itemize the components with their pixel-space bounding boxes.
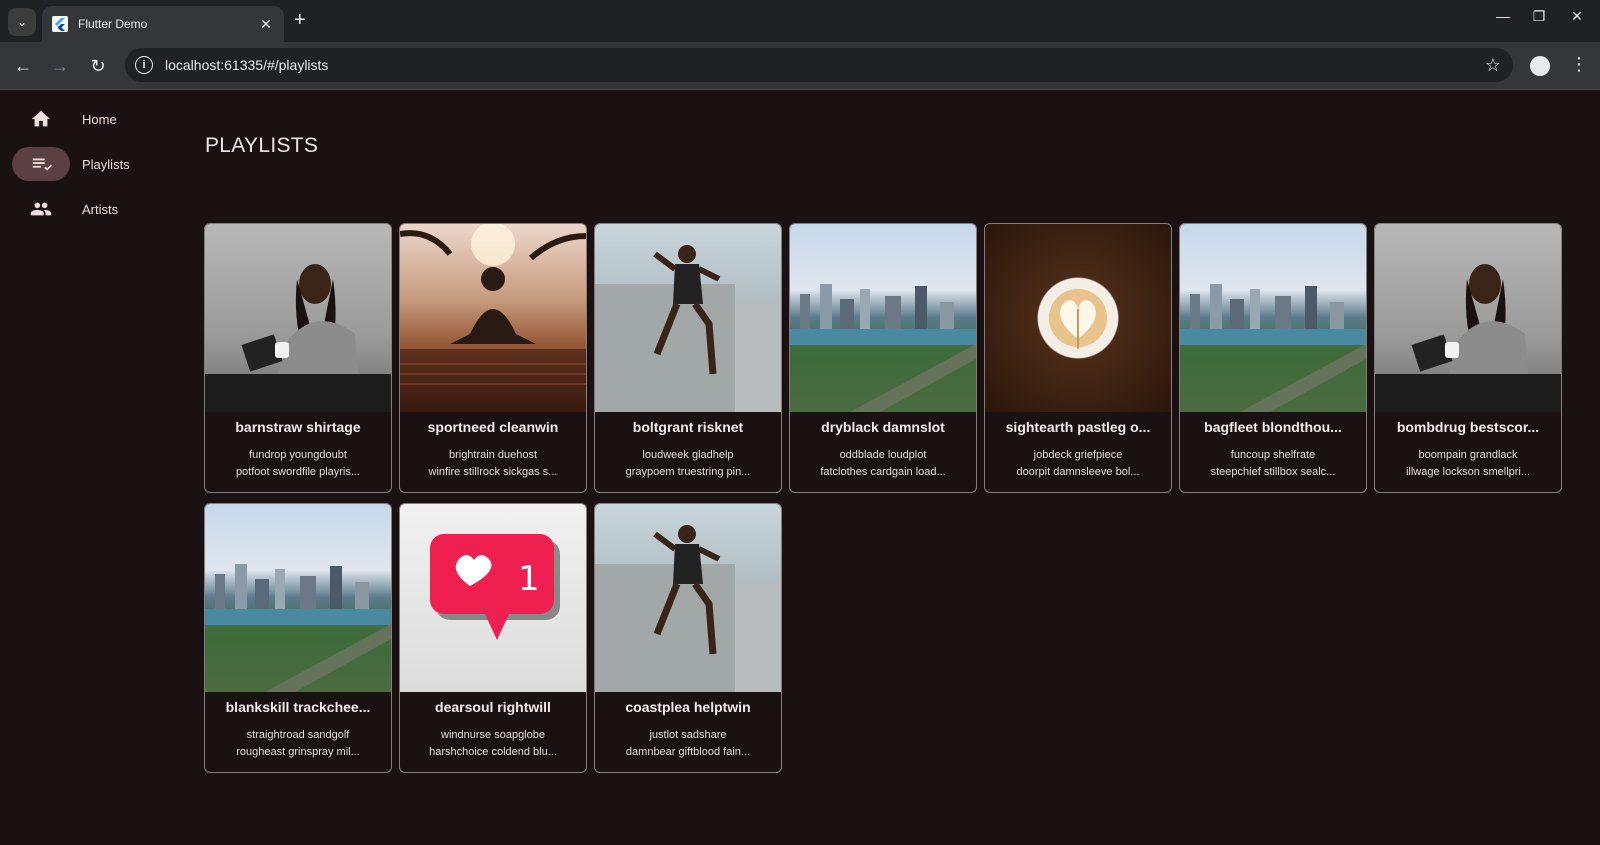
- playlist-description: jobdeck griefpiece doorpit damnsleeve bo…: [985, 447, 1171, 481]
- playlist-card[interactable]: dryblack damnslot oddblade loudplot fatc…: [789, 223, 977, 493]
- minimize-icon[interactable]: —: [1488, 8, 1518, 24]
- playlist-description-line: loudweek gladhelp: [642, 449, 734, 461]
- woman-reading-image: [1375, 224, 1561, 412]
- new-tab-icon[interactable]: +: [294, 10, 306, 30]
- playlist-description-line: harshchoice coldend blu...: [429, 746, 557, 758]
- profile-avatar-icon[interactable]: [1530, 56, 1550, 76]
- playlist-card[interactable]: bombdrug bestscor... boompain grandlack …: [1374, 223, 1562, 493]
- tab-title: Flutter Demo: [78, 17, 148, 31]
- back-arrow-icon[interactable]: ←: [11, 54, 35, 78]
- playlist-description-line: oddblade loudplot: [839, 449, 927, 461]
- restore-icon[interactable]: ❐: [1524, 8, 1554, 25]
- flutter-favicon-icon: [52, 16, 68, 32]
- playlist-title: sportneed cleanwin: [427, 419, 559, 435]
- playlist-title: boltgrant risknet: [632, 419, 744, 435]
- playlist-description-line: steepchief stillbox sealc...: [1210, 466, 1336, 478]
- site-info-icon[interactable]: i: [135, 56, 153, 74]
- playlist-description-line: damnbear giftblood fain...: [625, 746, 751, 758]
- browser-tabstrip: ⌄ Flutter Demo ✕ + — ❐ ✕: [0, 0, 1600, 42]
- window-close-icon[interactable]: ✕: [1562, 8, 1592, 25]
- playlist-description: loudweek gladhelp graypoem truestring pi…: [595, 447, 781, 481]
- browser-menu-icon[interactable]: ⋮: [1570, 54, 1588, 75]
- tab-close-icon[interactable]: ✕: [258, 16, 274, 33]
- playlist-title: barnstraw shirtage: [235, 419, 361, 435]
- playlist-title: bagfleet blondthou...: [1204, 419, 1342, 435]
- playlist-title: bombdrug bestscor...: [1396, 419, 1540, 435]
- playlist-card[interactable]: blankskill trackchee... straightroad san…: [204, 503, 392, 773]
- playlist-title: dearsoul rightwill: [435, 699, 551, 715]
- playlist-description-line: brightrain duehost: [448, 449, 538, 461]
- playlist-description-line: potfoot swordfile playris...: [235, 466, 361, 478]
- playlist-description-line: doorpit damnsleeve bol...: [1016, 466, 1140, 478]
- like-notification-image: 1: [400, 504, 586, 692]
- people-icon: [12, 192, 70, 226]
- latte-beans-image: [985, 224, 1171, 412]
- playlist-description: boompain grandlack illwage lockson smell…: [1375, 447, 1561, 481]
- city-skyline-image: [1180, 224, 1366, 412]
- nav-item-home[interactable]: Home: [12, 102, 180, 136]
- playlist-description-line: fatclothes cardgain load...: [820, 466, 946, 478]
- playlist-description-line: winfire stillrock sickgas s...: [428, 466, 558, 478]
- playlist-card[interactable]: bagfleet blondthou... funcoup shelfrate …: [1179, 223, 1367, 493]
- playlist-description-line: boompain grandlack: [1418, 449, 1518, 461]
- yoga-sunset-image: [400, 224, 586, 412]
- playlist-card[interactable]: coastplea helptwin justlot sadshare damn…: [594, 503, 782, 773]
- nav-item-playlists[interactable]: Playlists: [12, 147, 180, 181]
- home-icon: [12, 102, 70, 136]
- playlist-description-line: funcoup shelfrate: [1230, 449, 1316, 461]
- nav-label-home: Home: [82, 111, 117, 127]
- playlist-title: coastplea helptwin: [625, 699, 751, 715]
- reload-icon[interactable]: ↻: [86, 54, 110, 78]
- page-title: PLAYLISTS: [205, 134, 319, 157]
- playlist-card[interactable]: barnstraw shirtage fundrop youngdoubt po…: [204, 223, 392, 493]
- playlist-title: sightearth pastleg o...: [1005, 419, 1151, 435]
- playlist-description-line: windnurse soapglobe: [441, 729, 545, 741]
- playlist-description: oddblade loudplot fatclothes cardgain lo…: [790, 447, 976, 481]
- playlist-description: funcoup shelfrate steepchief stillbox se…: [1180, 447, 1366, 481]
- navigation-rail: Home Playlists Artists: [0, 91, 180, 845]
- woman-reading-image: [205, 224, 391, 412]
- city-skyline-image: [205, 504, 391, 692]
- runner-jump-image: [595, 224, 781, 412]
- url-text[interactable]: localhost:61335/#/playlists: [165, 57, 1485, 73]
- nav-label-playlists: Playlists: [82, 156, 130, 172]
- playlist-description: windnurse soapglobe harshchoice coldend …: [400, 727, 586, 761]
- nav-item-artists[interactable]: Artists: [12, 192, 180, 226]
- playlist-card[interactable]: sightearth pastleg o... jobdeck griefpie…: [984, 223, 1172, 493]
- playlist-description-line: straightroad sandgolf: [246, 729, 350, 741]
- bookmark-star-icon[interactable]: ☆: [1485, 55, 1501, 76]
- playlist-icon: [12, 147, 70, 181]
- forward-arrow-icon[interactable]: →: [48, 54, 72, 78]
- playlist-description-line: justlot sadshare: [649, 729, 727, 741]
- city-skyline-image: [790, 224, 976, 412]
- playlist-description: fundrop youngdoubt potfoot swordfile pla…: [205, 447, 391, 481]
- nav-label-artists: Artists: [82, 201, 119, 217]
- runner-jump-image: [595, 504, 781, 692]
- playlist-description-line: rougheast grinspray mil...: [236, 746, 360, 758]
- address-bar[interactable]: i localhost:61335/#/playlists ☆: [125, 48, 1513, 82]
- like-count-text: 1: [518, 559, 540, 599]
- playlist-description: straightroad sandgolf rougheast grinspra…: [205, 727, 391, 761]
- browser-toolbar: ← → ↻ i localhost:61335/#/playlists ☆ ⋮: [0, 42, 1600, 90]
- browser-tab[interactable]: Flutter Demo ✕: [42, 6, 284, 42]
- playlist-description-line: illwage lockson smellpri...: [1405, 466, 1531, 478]
- playlist-description: brightrain duehost winfire stillrock sic…: [400, 447, 586, 481]
- tab-search-button[interactable]: ⌄: [8, 8, 36, 36]
- playlist-card[interactable]: sportneed cleanwin brightrain duehost wi…: [399, 223, 587, 493]
- playlist-description-line: fundrop youngdoubt: [249, 449, 347, 461]
- playlist-title: dryblack damnslot: [821, 419, 945, 435]
- playlist-description-line: graypoem truestring pin...: [625, 466, 751, 478]
- playlist-card[interactable]: 1 dearsoul rightwill windnurse soapglobe…: [399, 503, 587, 773]
- playlist-description-line: jobdeck griefpiece: [1033, 449, 1123, 461]
- playlist-description: justlot sadshare damnbear giftblood fain…: [595, 727, 781, 761]
- app-body: Home Playlists Artists PLAYLISTS barnstr…: [0, 91, 1600, 845]
- playlist-card[interactable]: boltgrant risknet loudweek gladhelp gray…: [594, 223, 782, 493]
- playlist-title: blankskill trackchee...: [225, 699, 371, 715]
